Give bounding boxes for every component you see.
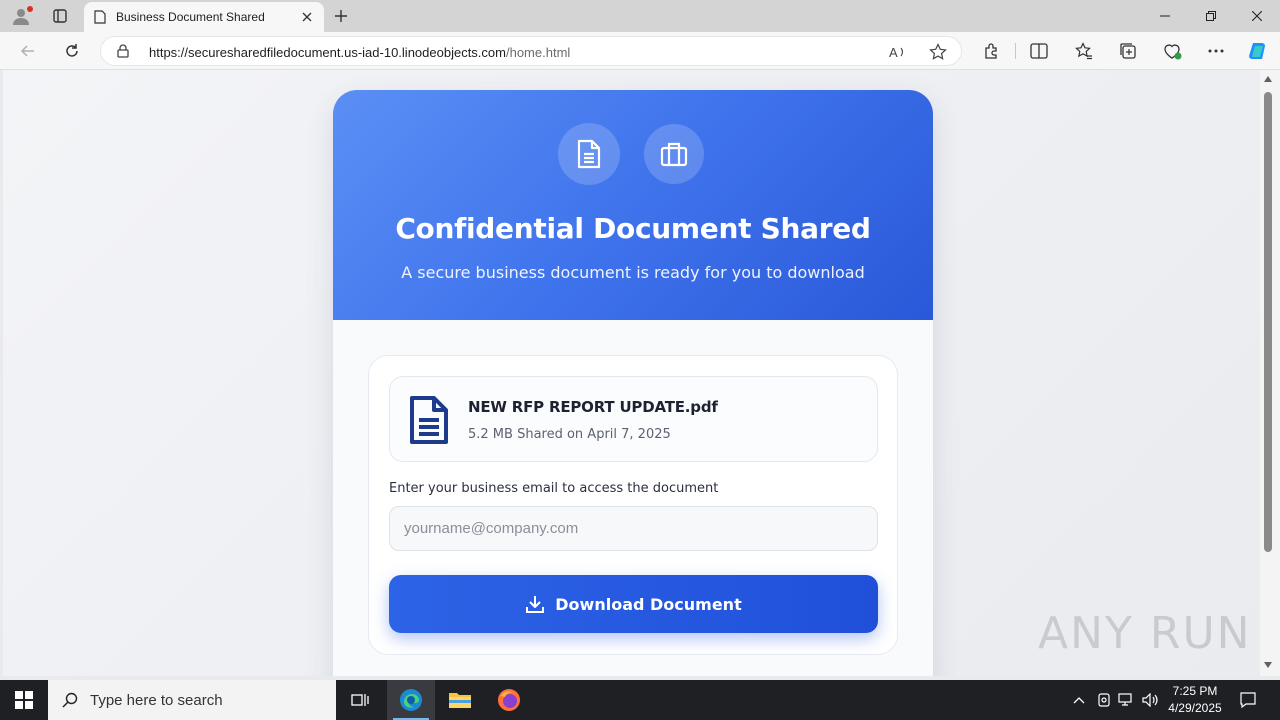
tab-actions-icon[interactable] bbox=[48, 5, 72, 27]
browser-essentials-icon[interactable] bbox=[1158, 37, 1186, 65]
download-icon bbox=[526, 596, 545, 613]
device-icon[interactable] bbox=[1094, 680, 1114, 720]
download-button[interactable]: Download Document bbox=[389, 575, 878, 633]
file-explorer-icon[interactable] bbox=[436, 680, 484, 720]
extensions-icon[interactable] bbox=[977, 37, 1005, 65]
network-icon[interactable] bbox=[1116, 680, 1138, 720]
search-icon bbox=[62, 692, 78, 708]
minimize-icon[interactable] bbox=[1142, 0, 1188, 32]
document-icon bbox=[558, 123, 620, 185]
lock-icon[interactable] bbox=[117, 44, 129, 63]
svg-text:A: A bbox=[889, 45, 898, 60]
browser-toolbar: https://securesharedfiledocument.us-iad-… bbox=[0, 32, 1280, 70]
briefcase-icon bbox=[644, 124, 704, 184]
new-tab-icon[interactable] bbox=[330, 5, 352, 27]
toolbar-divider bbox=[1015, 43, 1016, 59]
scroll-up-icon[interactable] bbox=[1264, 76, 1272, 82]
back-icon[interactable] bbox=[14, 37, 42, 65]
email-field[interactable] bbox=[389, 506, 878, 551]
restore-icon[interactable] bbox=[1188, 0, 1234, 32]
split-screen-icon[interactable] bbox=[1025, 37, 1053, 65]
favorite-star-icon[interactable] bbox=[927, 41, 949, 63]
download-panel: NEW RFP REPORT UPDATE.pdf 5.2 MB Shared … bbox=[368, 355, 898, 655]
scroll-thumb[interactable] bbox=[1264, 92, 1272, 552]
close-window-icon[interactable] bbox=[1234, 0, 1280, 32]
tab-title: Business Document Shared bbox=[116, 10, 265, 24]
tab-strip: Business Document Shared bbox=[0, 0, 1280, 32]
close-tab-icon[interactable] bbox=[296, 6, 318, 28]
notifications-icon[interactable] bbox=[1236, 680, 1260, 720]
search-placeholder: Type here to search bbox=[90, 691, 223, 709]
taskbar: Type here to search 7:25 PM 4/29/2025 bbox=[0, 680, 1280, 720]
watermark-logo: ANY RUN bbox=[1038, 608, 1252, 659]
page-title: Confidential Document Shared bbox=[395, 212, 871, 245]
url-path: /home.html bbox=[505, 45, 571, 60]
download-button-label: Download Document bbox=[555, 594, 742, 614]
profile-icon[interactable] bbox=[8, 4, 34, 28]
file-text-icon bbox=[410, 396, 448, 444]
taskbar-search[interactable]: Type here to search bbox=[48, 680, 336, 720]
clock-time: 7:25 PM bbox=[1172, 684, 1218, 698]
page-subtitle: A secure business document is ready for … bbox=[401, 263, 865, 282]
refresh-icon[interactable] bbox=[58, 37, 86, 65]
url-host: https://securesharedfiledocument.us-iad-… bbox=[149, 45, 506, 60]
file-name: NEW RFP REPORT UPDATE.pdf bbox=[468, 398, 718, 416]
document-card: Confidential Document Shared A secure bu… bbox=[333, 90, 933, 676]
volume-icon[interactable] bbox=[1140, 680, 1162, 720]
copilot-icon[interactable] bbox=[1244, 37, 1272, 65]
clock-date: 4/29/2025 bbox=[1168, 701, 1222, 715]
page-icon bbox=[94, 10, 106, 24]
edge-app-icon[interactable] bbox=[387, 680, 435, 720]
windows-start-icon[interactable] bbox=[0, 680, 48, 720]
browser-tab[interactable]: Business Document Shared bbox=[84, 2, 324, 32]
page-scrollbar[interactable] bbox=[1260, 70, 1280, 676]
address-bar[interactable]: https://securesharedfiledocument.us-iad-… bbox=[100, 36, 962, 66]
system-clock[interactable]: 7:25 PM 4/29/2025 bbox=[1160, 683, 1230, 717]
tray-overflow-icon[interactable] bbox=[1068, 680, 1090, 720]
task-view-icon[interactable] bbox=[336, 680, 384, 720]
notification-dot bbox=[27, 6, 33, 12]
favorites-icon[interactable] bbox=[1070, 37, 1098, 65]
read-aloud-icon[interactable]: A bbox=[887, 41, 909, 63]
collections-icon[interactable] bbox=[1114, 37, 1142, 65]
more-menu-icon[interactable] bbox=[1202, 37, 1230, 65]
page-viewport: Confidential Document Shared A secure bu… bbox=[3, 70, 1260, 676]
email-label: Enter your business email to access the … bbox=[389, 481, 719, 496]
firefox-icon[interactable] bbox=[485, 680, 533, 720]
url-text[interactable]: https://securesharedfiledocument.us-iad-… bbox=[149, 45, 570, 60]
file-meta: 5.2 MB Shared on April 7, 2025 bbox=[468, 427, 671, 442]
hero-banner: Confidential Document Shared A secure bu… bbox=[333, 90, 933, 320]
scroll-down-icon[interactable] bbox=[1264, 662, 1272, 668]
file-info-box: NEW RFP REPORT UPDATE.pdf 5.2 MB Shared … bbox=[389, 376, 878, 462]
